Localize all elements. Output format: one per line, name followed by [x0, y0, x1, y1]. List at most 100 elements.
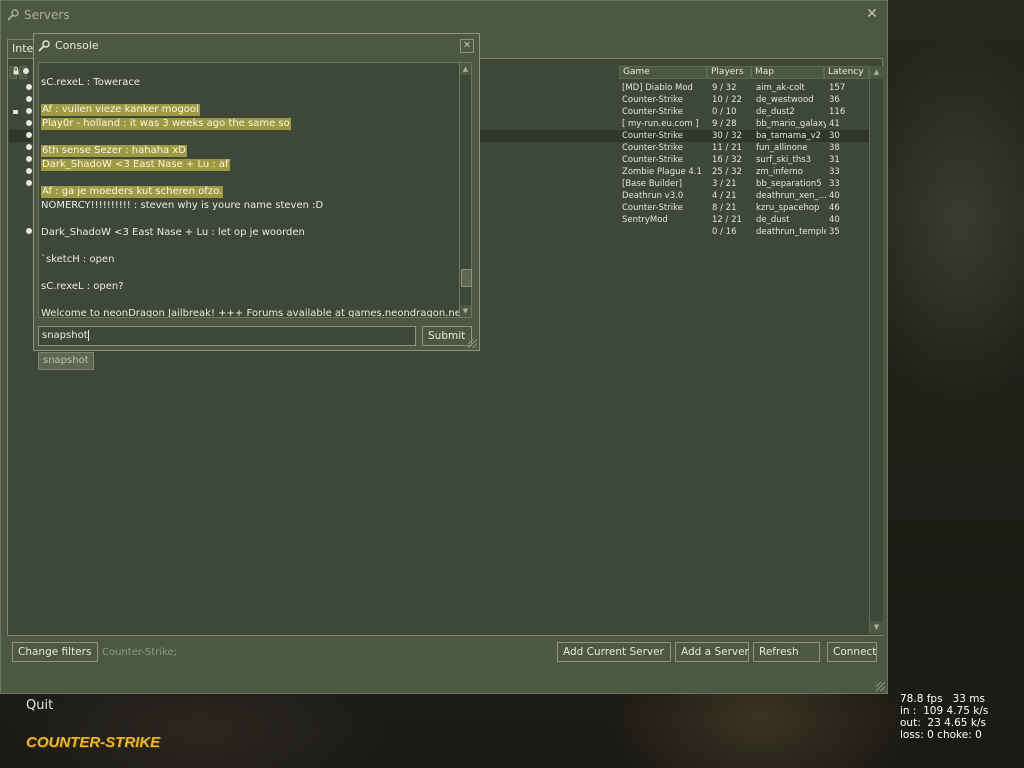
cell-map: kzru_spacehop [756, 203, 820, 213]
cell-game: [ my-run.eu.com ] [622, 119, 699, 129]
cell-players: 25 / 32 [712, 167, 742, 177]
cell-players: 0 / 16 [712, 227, 737, 237]
servers-title-bar[interactable]: Servers [7, 7, 70, 23]
cell-players: 4 / 21 [712, 191, 737, 201]
net-graph-line: in : 109 4.75 k/s [900, 705, 989, 717]
filter-summary: Counter-Strike; [102, 647, 178, 658]
add-current-server-button[interactable]: Add Current Server [557, 642, 671, 662]
cell-game: Counter-Strike [622, 143, 683, 153]
change-filters-button[interactable]: Change filters [12, 642, 98, 662]
bot-icon [26, 132, 32, 138]
scroll-thumb[interactable] [461, 269, 472, 287]
cell-map: bb_separation5 [756, 179, 822, 189]
cell-game: Counter-Strike [622, 107, 683, 117]
console-close-icon[interactable]: ✕ [460, 39, 474, 53]
cell-players: 10 / 22 [712, 95, 742, 105]
console-line: NOMERCY!!!!!!!!!! : steven why is youre … [41, 200, 324, 211]
console-title: Console [55, 39, 99, 52]
console-title-bar[interactable]: Console [38, 39, 99, 52]
cell-map: deathrun_temple [756, 227, 826, 237]
console-line: `sketcH : open [41, 254, 115, 265]
cell-game: [MD] Diablo Mod [622, 83, 693, 93]
console-resize-grip[interactable] [468, 339, 477, 348]
cell-latency: 157 [829, 83, 846, 93]
cell-map: de_dust2 [756, 107, 795, 117]
column-header-game[interactable]: Game [619, 66, 707, 79]
console-input-value: snapshot [42, 330, 88, 341]
server-list-scrollbar[interactable]: ▲ ▼ [869, 66, 883, 634]
connect-button[interactable]: Connect [827, 642, 877, 662]
column-header-map[interactable]: Map [751, 66, 824, 79]
console-command-input[interactable]: snapshot [38, 326, 416, 346]
cell-game: Counter-Strike [622, 131, 683, 141]
cell-players: 11 / 21 [712, 143, 742, 153]
bot-icon [26, 84, 32, 90]
steam-icon [7, 9, 19, 21]
console-line: sC.rexeL : open? [41, 281, 124, 292]
servers-resize-grip[interactable] [876, 682, 885, 691]
cell-players: 9 / 32 [712, 83, 737, 93]
cell-map: zm_inferno [756, 167, 803, 177]
cell-players: 3 / 21 [712, 179, 737, 189]
column-header-players[interactable]: Players [707, 66, 751, 79]
bot-icon [26, 156, 32, 162]
console-line: Play0r - holland : it was 3 weeks ago th… [41, 118, 291, 130]
console-line: Dark_ShadoW <3 East Nase + Lu : let op j… [41, 227, 305, 238]
bot-icon [26, 96, 32, 102]
cell-game: Deathrun v3.0 [622, 191, 684, 201]
cell-map: de_westwood [756, 95, 814, 105]
cell-latency: 36 [829, 95, 840, 105]
servers-close-icon[interactable]: ✕ [865, 7, 879, 21]
cell-map: bb_mario_galaxy [756, 119, 826, 129]
quit-menu-item[interactable]: Quit [26, 698, 53, 713]
add-a-server-button[interactable]: Add a Server [675, 642, 749, 662]
submit-button[interactable]: Submit [422, 326, 472, 346]
cell-latency: 41 [829, 119, 840, 129]
autocomplete-suggestion[interactable]: snapshot [38, 352, 94, 370]
cell-map: de_dust [756, 215, 790, 225]
cell-map: ba_tamama_v2 [756, 131, 822, 141]
scroll-down-icon[interactable]: ▼ [460, 305, 471, 317]
scroll-up-icon[interactable]: ▲ [870, 66, 883, 79]
console-line: Welcome to neonDragon Jailbreak! +++ For… [41, 308, 462, 318]
console-scrollbar[interactable]: ▲ ▼ [459, 62, 472, 318]
cell-game: Counter-Strike [622, 155, 683, 165]
cell-map: fun_allinone [756, 143, 808, 153]
servers-title: Servers [24, 8, 70, 22]
refresh-button[interactable]: Refresh [753, 642, 820, 662]
cell-map: aim_ak-colt [756, 83, 805, 93]
scroll-down-icon[interactable]: ▼ [870, 621, 883, 634]
counter-strike-logo: COUNTER-STRIKE [26, 734, 161, 751]
bot-column-header[interactable] [19, 66, 29, 79]
cell-players: 9 / 28 [712, 119, 737, 129]
lock-icon [13, 110, 18, 114]
cell-latency: 30 [829, 131, 840, 141]
scroll-up-icon[interactable]: ▲ [460, 63, 471, 75]
console-line: Af : vuilen vieze kanker mogool [41, 104, 200, 116]
console-line: 6th sense Sezer : hahaha xD [41, 145, 187, 157]
cell-latency: 33 [829, 179, 840, 189]
console-window: Console ✕ sC.rexeL : Towerace Af : vuilen… [33, 33, 480, 351]
cell-map: deathrun_xen_... [756, 191, 826, 201]
bot-icon [26, 168, 32, 174]
cell-map: surf_ski_ths3 [756, 155, 812, 165]
cell-latency: 38 [829, 143, 840, 153]
cell-latency: 35 [829, 227, 840, 237]
cell-players: 0 / 10 [712, 107, 737, 117]
cell-players: 16 / 32 [712, 155, 742, 165]
lock-column-header[interactable] [9, 66, 19, 79]
net-graph-line: loss: 0 choke: 0 [900, 729, 982, 741]
cell-latency: 33 [829, 167, 840, 177]
cell-game: SentryMod [622, 215, 668, 225]
console-line: Af : ga je moeders kut scheren ofzo. [41, 186, 224, 198]
bot-icon [26, 120, 32, 126]
console-log[interactable]: sC.rexeL : Towerace Af : vuilen vieze kan… [38, 62, 462, 318]
bot-icon [26, 108, 32, 114]
steam-icon [38, 39, 50, 52]
cell-latency: 31 [829, 155, 840, 165]
bot-icon [26, 180, 32, 186]
net-graph: 78.8 fps 33 ms in : 109 4.75 k/s out: 23 4… [900, 693, 988, 741]
column-header-latency[interactable]: Latency [824, 66, 869, 79]
cell-players: 12 / 21 [712, 215, 742, 225]
cell-latency: 40 [829, 215, 840, 225]
